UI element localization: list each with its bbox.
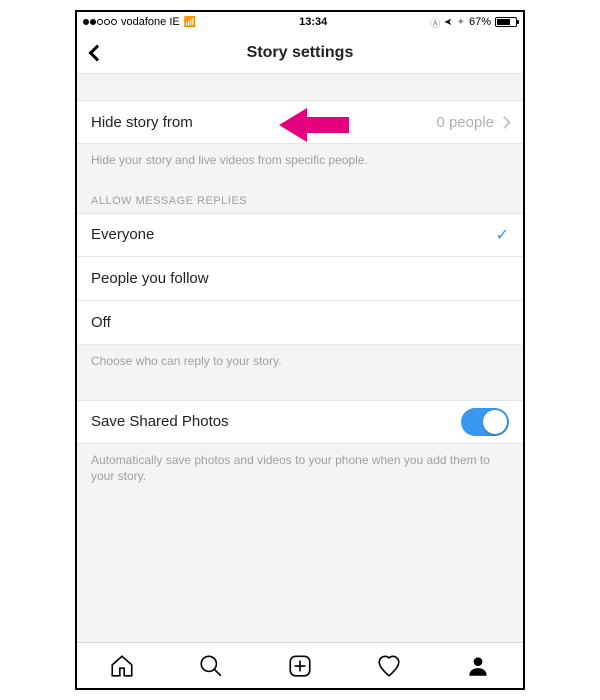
save-shared-photos-toggle[interactable] <box>461 408 509 436</box>
back-button[interactable] <box>85 32 109 73</box>
tab-activity[interactable] <box>376 653 402 679</box>
nav-header: Story settings <box>77 32 523 74</box>
profile-icon <box>465 653 491 679</box>
save-shared-photos-helper: Automatically save photos and videos to … <box>77 444 523 498</box>
wifi-icon <box>184 16 196 28</box>
heart-icon <box>376 653 402 679</box>
content-scroll[interactable]: Hide story from 0 people Hide your story… <box>77 74 523 642</box>
hide-story-helper: Hide your story and live videos from spe… <box>77 144 523 181</box>
tab-search[interactable] <box>198 653 224 679</box>
page-title: Story settings <box>247 44 354 62</box>
tab-bar <box>77 642 523 688</box>
tab-profile[interactable] <box>465 653 491 679</box>
tab-home[interactable] <box>109 653 135 679</box>
hide-story-row[interactable]: Hide story from 0 people <box>77 100 523 144</box>
status-right: 67% <box>430 15 517 30</box>
search-icon <box>198 653 224 679</box>
add-post-icon <box>287 653 313 679</box>
chevron-left-icon <box>89 44 106 61</box>
hide-story-value: 0 people <box>436 114 494 131</box>
bluetooth-icon <box>457 16 465 28</box>
tab-add[interactable] <box>287 653 313 679</box>
reply-option-off[interactable]: Off <box>77 301 523 345</box>
reply-option-label: Off <box>91 314 111 331</box>
reply-option-label: Everyone <box>91 226 154 243</box>
status-bar: vodafone IE 13:34 67% <box>77 12 523 32</box>
carrier-label: vodafone IE <box>121 16 180 28</box>
phone-frame: vodafone IE 13:34 67% Story settings Hid… <box>75 10 525 690</box>
reply-option-everyone[interactable]: Everyone ✓ <box>77 213 523 257</box>
top-spacer <box>77 74 523 100</box>
replies-section-header: ALLOW MESSAGE REPLIES <box>77 181 523 213</box>
toggle-knob <box>483 410 507 434</box>
check-icon: ✓ <box>496 225 509 245</box>
reply-option-people-you-follow[interactable]: People you follow <box>77 257 523 301</box>
orientation-lock-icon <box>430 15 440 30</box>
save-shared-photos-row: Save Shared Photos <box>77 400 523 444</box>
save-shared-photos-label: Save Shared Photos <box>91 413 229 430</box>
reply-option-label: People you follow <box>91 270 209 287</box>
mid-spacer <box>77 382 523 400</box>
battery-icon <box>495 17 517 27</box>
battery-percent-label: 67% <box>469 16 491 28</box>
chevron-right-icon <box>498 116 511 129</box>
replies-helper: Choose who can reply to your story. <box>77 345 523 382</box>
status-left: vodafone IE <box>83 16 196 28</box>
clock-label: 13:34 <box>299 16 327 28</box>
home-icon <box>109 653 135 679</box>
signal-strength-icon <box>83 19 117 25</box>
location-icon <box>444 16 452 28</box>
hide-story-label: Hide story from <box>91 114 193 131</box>
